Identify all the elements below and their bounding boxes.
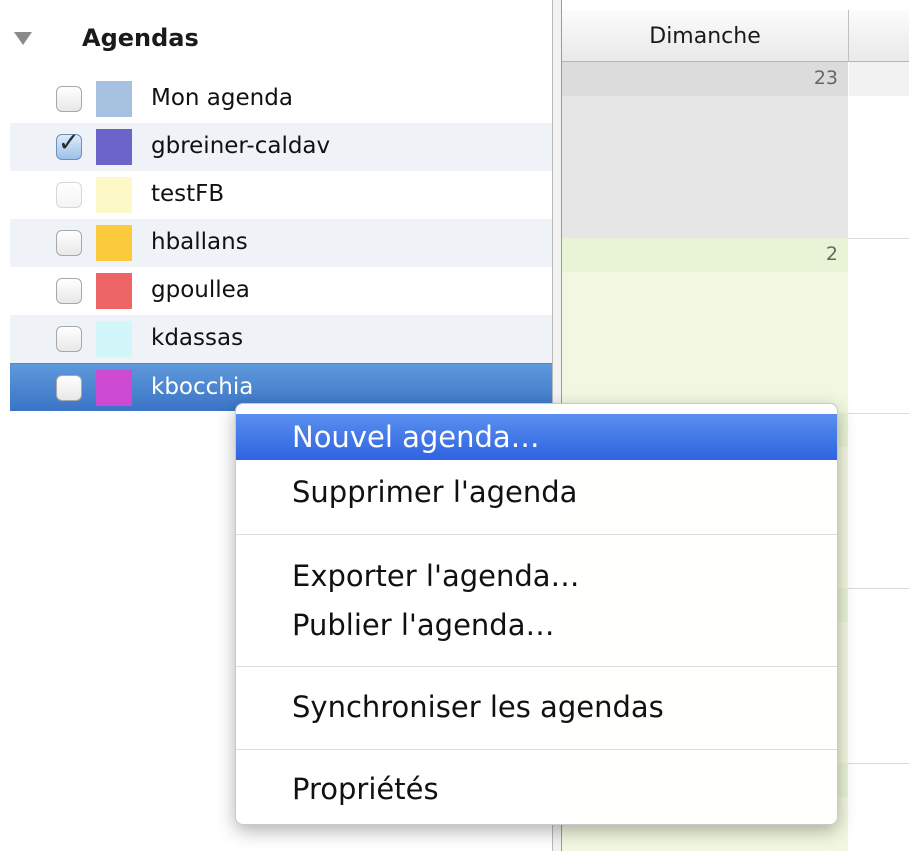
calendar-label: kbocchia: [151, 374, 254, 400]
calendar-checkbox[interactable]: [56, 86, 82, 112]
day-column-header: Dimanche: [562, 10, 909, 62]
calendar-row-mon-agenda[interactable]: Mon agenda: [10, 75, 552, 123]
menu-separator: [236, 666, 837, 667]
calendar-color-swatch: [96, 177, 132, 213]
menu-item-label: Propriétés: [292, 772, 439, 806]
agendas-group-title: Agendas: [82, 24, 199, 52]
calendar-row-kdassas[interactable]: kdassas: [10, 315, 552, 363]
calendar-color-swatch: [96, 129, 132, 165]
day-name-sunday: Dimanche: [649, 24, 761, 49]
menu-item-sync-calendars[interactable]: Synchroniser les agendas: [236, 684, 837, 730]
menu-separator: [236, 749, 837, 750]
menu-item-label: Exporter l'agenda…: [292, 559, 580, 593]
calendar-checkbox[interactable]: [56, 230, 82, 256]
agendas-group-header[interactable]: Agendas: [0, 10, 552, 68]
calendar-label: hballans: [151, 229, 248, 255]
menu-item-label: Nouvel agenda…: [292, 420, 540, 454]
day-cell[interactable]: 23: [562, 62, 848, 238]
calendar-label: Mon agenda: [151, 85, 293, 111]
menu-item-export-calendar[interactable]: Exporter l'agenda…: [236, 553, 837, 599]
calendar-label: kdassas: [151, 325, 244, 351]
context-menu: Nouvel agenda… Supprimer l'agenda Export…: [235, 403, 838, 825]
week-divider: [848, 413, 909, 414]
week-divider: [848, 763, 909, 764]
calendar-color-swatch: [96, 321, 132, 357]
week-divider: [848, 588, 909, 589]
day-number: 23: [813, 67, 838, 89]
menu-item-delete-calendar[interactable]: Supprimer l'agenda: [236, 469, 837, 515]
menu-item-new-calendar[interactable]: Nouvel agenda…: [236, 414, 837, 460]
calendar-checkbox[interactable]: ✓: [56, 128, 82, 160]
calendar-checkbox[interactable]: [56, 326, 82, 352]
calendar-color-swatch: [96, 273, 132, 309]
day-number-band: 2: [562, 238, 848, 272]
menu-item-properties[interactable]: Propriétés: [236, 766, 837, 812]
calendar-label: testFB: [151, 181, 225, 207]
menu-item-label: Supprimer l'agenda: [292, 475, 578, 509]
calendar-row-gpoullea[interactable]: gpoullea: [10, 267, 552, 315]
calendar-label: gbreiner-caldav: [151, 133, 331, 159]
disclosure-triangle-icon[interactable]: [14, 32, 32, 45]
calendar-color-swatch: [96, 81, 132, 117]
calendar-color-swatch: [96, 225, 132, 261]
menu-item-label: Publier l'agenda…: [292, 608, 555, 642]
calendar-row-gbreiner-caldav[interactable]: ✓ gbreiner-caldav: [10, 123, 552, 171]
calendar-label: gpoullea: [151, 277, 250, 303]
menu-item-publish-calendar[interactable]: Publier l'agenda…: [236, 602, 837, 648]
calendar-row-testfb[interactable]: testFB: [10, 171, 552, 219]
day-number: 2: [825, 243, 838, 265]
menu-item-label: Synchroniser les agendas: [292, 690, 664, 724]
day-number-band: 23: [562, 62, 848, 96]
column-divider: [848, 10, 849, 62]
calendar-checkbox[interactable]: [56, 278, 82, 304]
week-divider: [848, 238, 909, 239]
checkmark-icon: ✓: [58, 128, 80, 158]
menu-separator: [236, 534, 837, 535]
calendar-checkbox[interactable]: [56, 182, 82, 208]
calendar-row-hballans[interactable]: hballans: [10, 219, 552, 267]
calendar-color-swatch: [96, 370, 132, 406]
next-day-band: [849, 62, 909, 96]
calendar-checkbox[interactable]: [56, 375, 82, 401]
